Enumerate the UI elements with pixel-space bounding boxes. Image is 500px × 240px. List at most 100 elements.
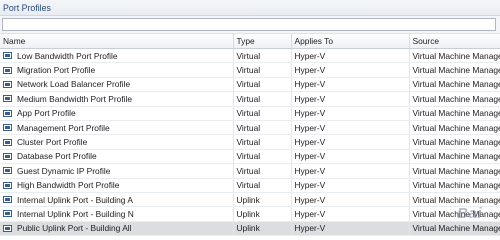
cell-type: Uplink <box>233 192 292 208</box>
cell-source: Virtual Machine Manager <box>409 206 500 222</box>
cell-type: Virtual <box>233 178 292 193</box>
table-row[interactable]: Low Bandwidth Port Profile Virtual Hyper-V… <box>0 48 500 64</box>
cell-type: Virtual <box>233 134 292 150</box>
cell-source: Virtual Machine Manager <box>409 91 500 107</box>
table-row[interactable]: Management Port Profile Virtual Hyper-V Vir… <box>0 120 500 136</box>
cell-source: Virtual Machine Manager <box>409 120 500 136</box>
cell-applies-to: Hyper-V <box>291 106 410 121</box>
profile-name: Internal Uplink Port - Building A <box>17 194 133 205</box>
port-profiles-window: Port Profiles Name Type Applies To Sourc… <box>0 0 500 240</box>
table-body: Low Bandwidth Port Profile Virtual Hyper-V… <box>0 48 500 237</box>
cell-name: Management Port Profile <box>0 120 234 136</box>
search-bar <box>0 16 500 34</box>
cell-type: Virtual <box>233 62 292 78</box>
profile-name: Medium Bandwidth Port Profile <box>17 93 132 104</box>
cell-source: Virtual Machine Manager <box>409 62 500 78</box>
port-profile-icon <box>3 224 12 232</box>
cell-source: Virtual Machine Manager <box>409 163 500 179</box>
table-row[interactable]: Guest Dynamic IP Profile Virtual Hyper-V Vi… <box>0 163 500 179</box>
table-row[interactable]: Internal Uplink Port - Building A Uplink H… <box>0 192 500 208</box>
port-profile-icon <box>3 138 12 146</box>
cell-applies-to: Hyper-V <box>291 77 410 93</box>
column-header-source[interactable]: Source <box>409 34 500 49</box>
profile-name: Migration Port Profile <box>17 65 96 76</box>
name-cell-content: App Port Profile <box>3 108 232 119</box>
cell-type: Virtual <box>233 163 292 179</box>
table-row[interactable]: Medium Bandwidth Port Profile Virtual Hype… <box>0 91 500 107</box>
cell-source: Virtual Machine Manager <box>409 48 500 64</box>
name-cell-content: Low Bandwidth Port Profile <box>3 50 232 61</box>
cell-applies-to: Hyper-V <box>291 120 410 136</box>
name-cell-content: Migration Port Profile <box>3 65 232 76</box>
table-row[interactable]: Network Load Balancer Profile Virtual Hype… <box>0 77 500 93</box>
search-input[interactable] <box>2 18 496 31</box>
cell-name: Cluster Port Profile <box>0 134 234 150</box>
cell-name: Guest Dynamic IP Profile <box>0 163 234 179</box>
profile-name: Database Port Profile <box>17 151 97 162</box>
table-header-row: Name Type Applies To Source <box>0 34 500 49</box>
cell-name: Network Load Balancer Profile <box>0 77 234 93</box>
name-cell-content: Database Port Profile <box>3 151 232 162</box>
port-profile-icon <box>3 167 12 175</box>
window-title: Port Profiles <box>3 2 51 13</box>
port-profile-icon <box>3 66 12 74</box>
name-cell-content: High Bandwidth Port Profile <box>3 180 232 191</box>
port-profile-icon <box>3 95 12 103</box>
table-row[interactable]: Public Uplink Port - Building All Uplink H… <box>0 221 500 237</box>
profile-name: Guest Dynamic IP Profile <box>17 165 111 176</box>
table-row[interactable]: Cluster Port Profile Virtual Hyper-V Virtua… <box>0 134 500 150</box>
cell-type: Uplink <box>233 206 292 222</box>
port-profile-icon <box>3 80 12 88</box>
cell-applies-to: Hyper-V <box>291 134 410 150</box>
cell-name: Internal Uplink Port - Building A <box>0 192 234 208</box>
name-cell-content: Cluster Port Profile <box>3 137 232 148</box>
table-row[interactable]: App Port Profile Virtual Hyper-V Virtual Ma… <box>0 106 500 121</box>
profile-name: Internal Uplink Port - Building N <box>17 208 134 219</box>
cell-source: Virtual Machine Manager <box>409 192 500 208</box>
name-cell-content: Public Uplink Port - Building All <box>3 223 232 233</box>
column-header-applies-to[interactable]: Applies To <box>291 34 410 49</box>
table-row[interactable]: High Bandwidth Port Profile Virtual Hyper-… <box>0 178 500 193</box>
name-cell-content: Internal Uplink Port - Building N <box>3 208 232 219</box>
cell-applies-to: Hyper-V <box>291 48 410 64</box>
cell-applies-to: Hyper-V <box>291 178 410 193</box>
cell-applies-to: Hyper-V <box>291 62 410 78</box>
profile-name: App Port Profile <box>17 108 76 119</box>
cell-applies-to: Hyper-V <box>291 149 410 165</box>
cell-source: Virtual Machine Manager <box>409 221 500 237</box>
table-row[interactable]: Internal Uplink Port - Building N Uplink H… <box>0 206 500 222</box>
cell-name: App Port Profile <box>0 106 234 121</box>
cell-source: Virtual Machine Manager <box>409 77 500 93</box>
table-row[interactable]: Database Port Profile Virtual Hyper-V Virtu… <box>0 149 500 165</box>
cell-applies-to: Hyper-V <box>291 91 410 107</box>
name-cell-content: Management Port Profile <box>3 123 232 133</box>
port-profile-icon <box>3 152 12 160</box>
cell-type: Virtual <box>233 106 292 121</box>
profile-name: Cluster Port Profile <box>17 137 88 148</box>
name-cell-content: Medium Bandwidth Port Profile <box>3 93 232 104</box>
cell-type: Uplink <box>233 221 292 237</box>
cell-name: Database Port Profile <box>0 149 234 165</box>
cell-source: Virtual Machine Manager <box>409 178 500 193</box>
name-cell-content: Network Load Balancer Profile <box>3 79 232 90</box>
port-profile-icon <box>3 210 12 218</box>
cell-name: Internal Uplink Port - Building N <box>0 206 234 222</box>
profile-name: High Bandwidth Port Profile <box>17 180 120 191</box>
cell-name: Low Bandwidth Port Profile <box>0 48 234 64</box>
name-cell-content: Guest Dynamic IP Profile <box>3 165 232 176</box>
cell-name: High Bandwidth Port Profile <box>0 178 234 193</box>
cell-applies-to: Hyper-V <box>291 221 410 237</box>
table-row[interactable]: Migration Port Profile Virtual Hyper-V Virt… <box>0 62 500 78</box>
port-profile-icon <box>3 109 12 117</box>
name-cell-content: Internal Uplink Port - Building A <box>3 194 232 205</box>
cell-name: Public Uplink Port - Building All <box>0 221 234 237</box>
cell-source: Virtual Machine Manager <box>409 106 500 121</box>
port-profile-icon <box>3 52 12 60</box>
cell-type: Virtual <box>233 77 292 93</box>
cell-applies-to: Hyper-V <box>291 163 410 179</box>
port-profiles-table: Name Type Applies To Source Low Bandwidt… <box>0 34 500 237</box>
profile-name: Low Bandwidth Port Profile <box>17 50 118 61</box>
column-header-name[interactable]: Name <box>0 34 234 49</box>
profile-name: Network Load Balancer Profile <box>17 79 131 90</box>
column-header-type[interactable]: Type <box>233 34 292 49</box>
